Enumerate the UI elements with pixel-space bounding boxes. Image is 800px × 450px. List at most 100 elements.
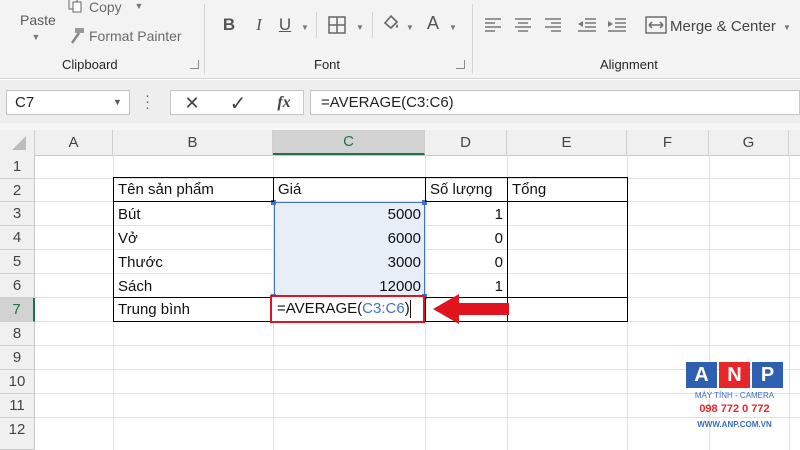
- name-box-value: C7: [15, 94, 35, 111]
- underline-dropdown-icon[interactable]: ▼: [300, 22, 310, 32]
- increase-indent-icon[interactable]: [607, 16, 627, 34]
- font-color-icon[interactable]: A: [422, 12, 444, 34]
- font-launcher-icon[interactable]: [456, 60, 465, 69]
- row-header-2[interactable]: 2: [0, 179, 35, 202]
- row-header-10[interactable]: 10: [0, 370, 35, 394]
- logo-letter: N: [719, 362, 750, 388]
- formula-range: C3:C6: [362, 300, 405, 317]
- formula-input[interactable]: =AVERAGE(C3:C6): [310, 90, 800, 115]
- column-header-g[interactable]: G: [709, 130, 789, 155]
- annotation-arrow: [433, 292, 513, 326]
- row-header-9[interactable]: 9: [0, 346, 35, 370]
- column-header-h[interactable]: [789, 130, 800, 155]
- header-cell[interactable]: Tên sản phẩm: [114, 178, 273, 201]
- column-header-f[interactable]: F: [627, 130, 709, 155]
- header-cell[interactable]: Giá: [274, 178, 425, 201]
- font-group-label: Font: [314, 57, 341, 72]
- gridline: [35, 345, 800, 346]
- price-cell[interactable]: 5000: [274, 202, 425, 226]
- qty-cell[interactable]: 0: [426, 250, 507, 274]
- qty-cell[interactable]: 1: [426, 202, 507, 226]
- alignment-group-label: Alignment: [600, 57, 658, 72]
- formula-close: ): [404, 300, 410, 317]
- merge-center-icon[interactable]: [645, 15, 667, 35]
- column-headers: A B C D E F G: [0, 130, 800, 156]
- product-name-cell[interactable]: Bút: [114, 202, 273, 226]
- logo-letter: A: [686, 362, 717, 388]
- price-cell[interactable]: 3000: [274, 250, 425, 274]
- average-label-cell[interactable]: Trung bình: [114, 298, 273, 321]
- formula-bar-grip-icon[interactable]: · · ·: [145, 88, 151, 115]
- align-left-icon[interactable]: [484, 16, 502, 34]
- watermark-line2: 098 772 0 772: [699, 403, 770, 415]
- enter-icon[interactable]: ✓: [226, 92, 250, 115]
- column-header-d[interactable]: D: [425, 130, 507, 155]
- row-header-8[interactable]: 8: [0, 322, 35, 346]
- price-cell[interactable]: 6000: [274, 226, 425, 250]
- copy-button[interactable]: Copy: [89, 0, 122, 15]
- select-all-corner[interactable]: [0, 130, 35, 155]
- insert-function-icon[interactable]: fx: [272, 92, 296, 114]
- borders-icon[interactable]: [326, 14, 348, 36]
- underline-icon[interactable]: U: [275, 14, 295, 36]
- table-border: [425, 297, 426, 322]
- header-cell[interactable]: Số lượng: [426, 178, 507, 201]
- header-cell[interactable]: Tổng: [508, 178, 627, 201]
- format-painter-icon: [67, 27, 85, 45]
- row-header-11[interactable]: 11: [0, 394, 35, 418]
- formula-text: =AVERAGE(C3:C6): [321, 94, 454, 111]
- fill-color-icon[interactable]: [380, 12, 402, 34]
- toolbar-separator: [372, 12, 373, 38]
- clipboard-launcher-icon[interactable]: [190, 60, 199, 69]
- gridline: [35, 417, 800, 418]
- text-cursor: [410, 300, 411, 318]
- decrease-indent-icon[interactable]: [577, 16, 597, 34]
- toolbar-separator: [316, 12, 317, 38]
- clipboard-group-label: Clipboard: [62, 57, 118, 72]
- column-header-b[interactable]: B: [113, 130, 273, 155]
- group-separator: [204, 4, 205, 74]
- merge-dropdown-icon[interactable]: ▼: [782, 22, 792, 32]
- product-name-cell[interactable]: Vở: [114, 226, 273, 250]
- active-cell-c7[interactable]: =AVERAGE(C3:C6): [270, 295, 425, 323]
- row-header-5[interactable]: 5: [0, 250, 35, 274]
- name-box-dropdown-icon[interactable]: ▼: [113, 97, 122, 107]
- cell-formula: =AVERAGE(C3:C6): [277, 300, 410, 317]
- column-header-e[interactable]: E: [507, 130, 627, 155]
- copy-icon: [67, 0, 83, 14]
- borders-dropdown-icon[interactable]: ▼: [355, 22, 365, 32]
- copy-dropdown-icon[interactable]: ▼: [133, 1, 145, 11]
- font-color-dropdown-icon[interactable]: ▼: [448, 22, 458, 32]
- logo-letter: P: [752, 362, 783, 388]
- name-box[interactable]: C7 ▼: [6, 90, 130, 115]
- qty-cell[interactable]: 0: [426, 226, 507, 250]
- fill-color-dropdown-icon[interactable]: ▼: [405, 22, 415, 32]
- row-header-6[interactable]: 6: [0, 274, 35, 298]
- group-separator: [472, 4, 473, 74]
- grid-gap: [0, 123, 800, 130]
- column-header-a[interactable]: A: [35, 130, 113, 155]
- row-header-3[interactable]: 3: [0, 202, 35, 226]
- row-header-7[interactable]: 7: [0, 298, 35, 322]
- cancel-icon[interactable]: ✕: [180, 92, 204, 114]
- italic-icon[interactable]: I: [249, 14, 269, 36]
- bold-icon[interactable]: B: [219, 14, 239, 36]
- paste-dropdown-icon[interactable]: ▼: [30, 32, 42, 42]
- format-painter-button[interactable]: Format Painter: [89, 28, 182, 44]
- row-header-1[interactable]: 1: [0, 155, 35, 179]
- row-header-12[interactable]: 12: [0, 418, 35, 450]
- formula-function: =AVERAGE(: [277, 300, 363, 317]
- product-name-cell[interactable]: Thước: [114, 250, 273, 274]
- watermark-line3: WWW.ANP.COM.VN: [697, 420, 772, 429]
- paste-button[interactable]: Paste: [20, 12, 56, 28]
- gridline: [789, 155, 790, 450]
- column-header-c[interactable]: C: [273, 130, 425, 155]
- merge-center-button[interactable]: Merge & Center: [670, 18, 776, 35]
- ribbon: Paste ▼ Copy ▼ Format Painter Clipboard …: [0, 0, 800, 79]
- row-header-4[interactable]: 4: [0, 226, 35, 250]
- watermark-line1: MÁY TÍNH - CAMERA: [694, 391, 775, 400]
- anp-logo: A N P: [686, 362, 783, 388]
- align-right-icon[interactable]: [544, 16, 562, 34]
- align-center-icon[interactable]: [514, 16, 532, 34]
- product-name-cell[interactable]: Sách: [114, 274, 273, 298]
